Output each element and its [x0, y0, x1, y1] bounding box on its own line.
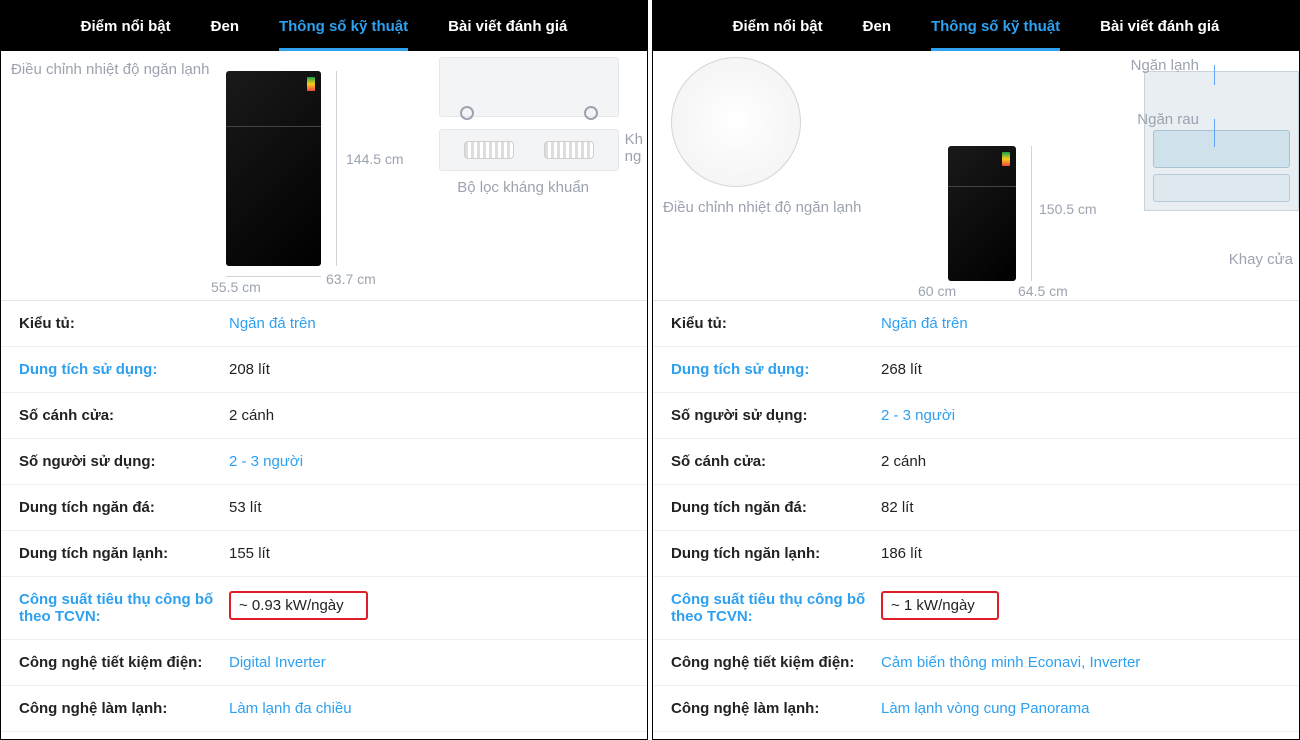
dim-depth: 63.7 cm	[326, 271, 376, 287]
spec-label: Số người sử dụng:	[671, 407, 881, 424]
label-khay-cua: Khay cửa	[1229, 251, 1293, 268]
spec-row: Kiểu tủ:Ngăn đá trên	[653, 301, 1299, 347]
spec-label: Dung tích ngăn lạnh:	[671, 545, 881, 562]
open-fridge-image	[1144, 71, 1299, 211]
spec-row: Số cánh cửa:2 cánh	[1, 393, 647, 439]
spec-label[interactable]: Công suất tiêu thụ công bố theo TCVN:	[671, 591, 881, 625]
spec-label: Kiểu tủ:	[671, 315, 881, 332]
tab-specs[interactable]: Thông số kỹ thuật	[279, 1, 408, 51]
tabbar: Điểm nổi bật Đen Thông số kỹ thuật Bài v…	[1, 1, 647, 51]
spec-label: Công nghệ tiết kiệm điện:	[671, 654, 881, 671]
spec-value: 268 lít	[881, 361, 922, 378]
spec-value[interactable]: Làm lạnh vòng cung Panorama	[881, 700, 1089, 717]
tab-specs[interactable]: Thông số kỹ thuật	[931, 1, 1060, 51]
spec-row: Dung tích sử dụng:208 lít	[1, 347, 647, 393]
dim-height: 144.5 cm	[346, 151, 404, 167]
highlight-box: ~ 0.93 kW/ngày	[229, 591, 368, 620]
spec-value: 53 lít	[229, 499, 262, 516]
spec-row: Dung tích ngăn lạnh:155 lít	[1, 531, 647, 577]
spec-row: Công nghệ tiết kiệm điện:Digital Inverte…	[1, 640, 647, 686]
spec-value: 82 lít	[881, 499, 914, 516]
spec-row: Số người sử dụng:2 - 3 người	[1, 439, 647, 485]
spec-label[interactable]: Công suất tiêu thụ công bố theo TCVN:	[19, 591, 229, 625]
spec-row: Số cánh cửa:2 cánh	[653, 439, 1299, 485]
spec-value[interactable]: Làm lạnh đa chiều	[229, 700, 352, 717]
filter-image	[439, 129, 619, 171]
spec-label: Công nghệ làm lạnh:	[671, 700, 881, 717]
tab-highlights[interactable]: Điểm nổi bật	[733, 1, 823, 51]
fridge-image	[948, 146, 1016, 281]
spec-row: Công nghệ làm lạnh:Làm lạnh đa chiều	[1, 686, 647, 732]
dim-depth: 64.5 cm	[1018, 283, 1068, 299]
spec-label: Công nghệ làm lạnh:	[19, 700, 229, 717]
spec-value: ~ 0.93 kW/ngày	[229, 591, 368, 620]
spec-table: Kiểu tủ:Ngăn đá trênDung tích sử dụng:20…	[1, 301, 647, 739]
caster-image	[439, 57, 619, 117]
spec-label: Số cánh cửa:	[671, 453, 881, 470]
spec-label[interactable]: Dung tích sử dụng:	[19, 361, 229, 378]
spec-label[interactable]: Dung tích sử dụng:	[671, 361, 881, 378]
spec-label: Dung tích ngăn đá:	[19, 499, 229, 516]
label-ngan-rau: Ngăn rau	[1137, 111, 1199, 128]
label-temp-adjust: Điều chỉnh nhiệt độ ngăn lạnh	[663, 199, 862, 216]
spec-label: Dung tích ngăn đá:	[671, 499, 881, 516]
label-filter: Bộ lọc kháng khuẩn	[457, 179, 589, 196]
spec-label: Số cánh cửa:	[19, 407, 229, 424]
tab-color[interactable]: Đen	[211, 1, 239, 51]
dim-width: 60 cm	[918, 283, 956, 299]
spec-label: Dung tích ngăn lạnh:	[19, 545, 229, 562]
spec-value: 2 cánh	[881, 453, 926, 470]
spec-value: ~ 1 kW/ngày	[881, 591, 999, 620]
tab-highlights[interactable]: Điểm nổi bật	[81, 1, 171, 51]
spec-row: Số người sử dụng:2 - 3 người	[653, 393, 1299, 439]
spec-row: Kiểu tủ:Ngăn đá trên	[1, 301, 647, 347]
dim-width: 55.5 cm	[211, 279, 261, 295]
tab-reviews[interactable]: Bài viết đánh giá	[448, 1, 567, 51]
spec-row: Dung tích ngăn đá:82 lít	[653, 485, 1299, 531]
spec-row: Công nghệ làm lạnh:Làm lạnh vòng cung Pa…	[653, 686, 1299, 732]
energy-label-icon	[1002, 152, 1010, 166]
hero-image-area: Điều chỉnh nhiệt độ ngăn lạnh 144.5 cm 5…	[1, 51, 647, 301]
product-panel-right: Điểm nổi bật Đen Thông số kỹ thuật Bài v…	[652, 0, 1300, 740]
spec-value: 186 lít	[881, 545, 922, 562]
spec-row: Dung tích ngăn đá:53 lít	[1, 485, 647, 531]
zoom-lens-image	[671, 57, 801, 187]
spec-value[interactable]: Digital Inverter	[229, 654, 326, 671]
label-ngan-lanh: Ngăn lạnh	[1131, 57, 1199, 74]
product-panel-left: Điểm nổi bật Đen Thông số kỹ thuật Bài v…	[0, 0, 648, 740]
spec-row: Công suất tiêu thụ công bố theo TCVN:~ 1…	[653, 577, 1299, 640]
dim-height: 150.5 cm	[1039, 201, 1097, 217]
tab-color[interactable]: Đen	[863, 1, 891, 51]
spec-row: Công nghệ tiết kiệm điện:Cảm biến thông …	[653, 640, 1299, 686]
hero-image-area: Điều chỉnh nhiệt độ ngăn lạnh 150.5 cm 6…	[653, 51, 1299, 301]
spec-row: Dung tích sử dụng:268 lít	[653, 347, 1299, 393]
spec-value: 155 lít	[229, 545, 270, 562]
spec-value[interactable]: Ngăn đá trên	[881, 315, 968, 332]
spec-value[interactable]: 2 - 3 người	[229, 453, 303, 470]
spec-label: Công nghệ tiết kiệm điện:	[19, 654, 229, 671]
tab-reviews[interactable]: Bài viết đánh giá	[1100, 1, 1219, 51]
tabbar: Điểm nổi bật Đen Thông số kỹ thuật Bài v…	[653, 1, 1299, 51]
spec-value[interactable]: 2 - 3 người	[881, 407, 955, 424]
spec-row: Dung tích ngăn lạnh:186 lít	[653, 531, 1299, 577]
label-temp-adjust: Điều chỉnh nhiệt độ ngăn lạnh	[11, 61, 210, 78]
spec-label: Kiểu tủ:	[19, 315, 229, 332]
energy-label-icon	[307, 77, 315, 91]
label-kh-ng: Kh ng	[625, 131, 643, 165]
spec-value[interactable]: Ngăn đá trên	[229, 315, 316, 332]
fridge-image	[226, 71, 321, 266]
spec-value: 2 cánh	[229, 407, 274, 424]
spec-row: Công suất tiêu thụ công bố theo TCVN:~ 0…	[1, 577, 647, 640]
spec-value: 208 lít	[229, 361, 270, 378]
spec-table: Kiểu tủ:Ngăn đá trênDung tích sử dụng:26…	[653, 301, 1299, 739]
spec-value[interactable]: Cảm biến thông minh Econavi, Inverter	[881, 654, 1140, 671]
highlight-box: ~ 1 kW/ngày	[881, 591, 999, 620]
spec-label: Số người sử dụng:	[19, 453, 229, 470]
